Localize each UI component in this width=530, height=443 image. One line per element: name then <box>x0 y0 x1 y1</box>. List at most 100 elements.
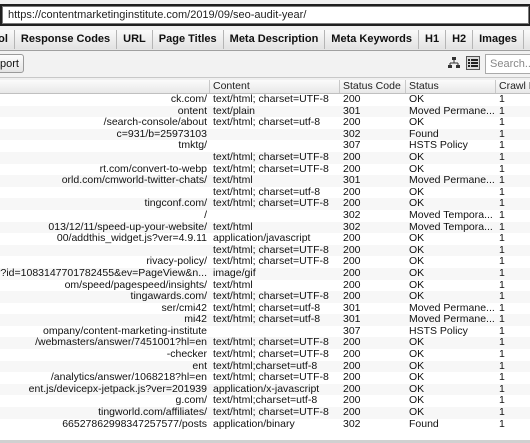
cell-address: rt.com/convert-to-webp <box>0 164 207 176</box>
search-input[interactable]: Search... <box>485 54 530 74</box>
cell-content: text/html; charset=UTF-8 <box>213 151 329 163</box>
cell-status: HSTS Policy <box>409 140 468 152</box>
cell-content: text/html; charset=utf-8 <box>213 117 321 129</box>
cell-status-code: 302 <box>343 221 361 233</box>
table-row[interactable]: /search-console/about text/html; charset=… <box>0 117 530 129</box>
tree-view-icon[interactable] <box>447 56 461 70</box>
cell-status-code: 200 <box>343 186 361 198</box>
cell-status-code: 200 <box>343 267 361 279</box>
cell-address-text: tingconf.com/ <box>144 198 207 210</box>
cell-content: text/html <box>213 279 253 291</box>
cell-address-text: mi42 <box>184 314 207 326</box>
cell-crawl-depth: 1 <box>499 407 505 419</box>
table-row[interactable]: ent text/html;charset=utf-8 200 OK 1 <box>0 360 530 373</box>
cell-address-text: 013/12/11/speed-up-your-website/ <box>48 221 207 233</box>
cell-content: text/html;charset=utf-8 <box>213 395 318 407</box>
cell-address: ser/cmi42 <box>0 303 207 315</box>
table-row[interactable]: rt.com/convert-to-webp text/html; charset… <box>0 164 530 176</box>
cell-address: rivacy-policy/ <box>0 256 207 268</box>
table-row[interactable]: /webmasters/answer/7451001?hl=en text/htm… <box>0 337 530 350</box>
cell-status-code: 200 <box>343 117 361 129</box>
cell-crawl-depth: 1 <box>499 291 505 303</box>
table-row[interactable]: mi42 text/html; charset=utf-8 301 Moved Per… <box>0 314 530 326</box>
cell-content <box>213 140 338 152</box>
table-row[interactable]: om/speed/pagespeed/insights/text/html 200… <box>0 280 530 292</box>
cell-status-code: 200 <box>343 151 361 163</box>
export-button[interactable]: port <box>0 54 24 73</box>
cell-status-code: 200 <box>343 372 361 384</box>
table-row[interactable]: tingconf.com/text/html; charset=UTF-8 200… <box>0 198 530 210</box>
url-field[interactable]: https://contentmarketinginstitute.com/20… <box>2 6 529 24</box>
cell-address-text: om/speed/pagespeed/insights/ <box>64 279 207 291</box>
table-row[interactable]: 00/addthis_widget.js?ver=4.9.11 applicati… <box>0 233 530 245</box>
cell-address: /analytics/answer/1068218?hl=en <box>0 372 207 384</box>
cell-status-code: 200 <box>343 244 361 256</box>
cell-status-code: 200 <box>343 383 361 395</box>
tab-h1[interactable]: H1 <box>419 30 447 49</box>
tab-meta-description[interactable]: Meta Description <box>223 30 326 49</box>
cell-content: text/html; charset=UTF-8 <box>213 372 329 384</box>
table-row[interactable]: text/html; charset=UTF-8 200 OK 1 <box>0 244 530 257</box>
table-row[interactable]: tmktg/307 HSTS Policy 1 <box>0 140 530 152</box>
table-row[interactable]: rivacy-policy/text/html; charset=UTF-8 20… <box>0 256 530 268</box>
cell-address-text: ck.com/ <box>170 94 207 105</box>
tab-images[interactable]: Images <box>473 30 525 49</box>
cell-status: Found <box>409 418 439 430</box>
table-row[interactable]: 013/12/11/speed-up-your-website/text/htm… <box>0 221 530 234</box>
cell-address-text: rivacy-policy/ <box>146 256 207 268</box>
tab-page-titles[interactable]: Page Titles <box>152 30 224 49</box>
cell-address: ent.js/devicepx-jetpack.js?ver=201939 <box>0 384 207 396</box>
column-header-status-code[interactable]: Status Code <box>340 80 406 93</box>
cell-crawl-depth: 1 <box>499 337 505 349</box>
table-row[interactable]: tingawards.com/text/html; charset=UTF-8 2… <box>0 291 530 303</box>
table-row[interactable]: ser/cmi42 text/html; charset=utf-8 301 Move… <box>0 303 530 315</box>
cell-crawl-depth: 1 <box>499 140 505 152</box>
table-row[interactable]: text/html; charset=UTF-8 200 OK 1 <box>0 151 530 164</box>
cell-status: OK <box>409 337 425 349</box>
cell-status: Moved Tempora... <box>409 209 493 221</box>
cell-status: OK <box>409 291 425 303</box>
table-row[interactable]: ompany/content-marketing-institute 307 HST… <box>0 326 530 338</box>
table-row[interactable]: c=931/b=25973103 302 Found 1 <box>0 128 530 141</box>
tab-col[interactable]: col <box>0 30 15 49</box>
cell-address: mi42 <box>0 314 207 326</box>
table-body: ck.com/text/html; charset=UTF-8 200 OK 1 ont… <box>0 94 530 430</box>
column-header-crawl-depth[interactable]: Crawl D <box>496 80 530 93</box>
column-header-status[interactable]: Status <box>406 80 496 93</box>
table-row[interactable]: 66527862998347257577/posts application/bi… <box>0 419 530 431</box>
cell-address: orld.com/cmworld-twitter-chats/ <box>0 175 207 187</box>
cell-address: /webmasters/answer/7451001?hl=en <box>0 337 207 349</box>
list-view-icon[interactable] <box>466 56 480 70</box>
cell-crawl-depth: 1 <box>499 209 505 221</box>
cell-status: Moved Permane... <box>409 175 494 187</box>
tab-h2[interactable]: H2 <box>446 30 474 49</box>
table-row[interactable]: ontent text/plain 301 Moved Permane... 1 <box>0 105 530 118</box>
cell-address-text: /search-console/about <box>103 117 207 129</box>
tab-response-codes[interactable]: Response Codes <box>14 30 118 49</box>
table-row[interactable]: / 302 Moved Tempora... 1 <box>0 210 530 222</box>
results-table: Content Status Code Status Crawl D ck.co… <box>0 80 530 443</box>
table-row[interactable]: ent.js/devicepx-jetpack.js?ver=201939 app… <box>0 383 530 396</box>
cell-crawl-depth: 1 <box>499 128 505 140</box>
table-row[interactable]: g.com/text/html;charset=utf-8 200 OK 1 <box>0 395 530 407</box>
table-row[interactable]: text/html; charset=utf-8 200 OK 1 <box>0 187 530 199</box>
column-header-content[interactable]: Content <box>210 80 340 93</box>
tab-url[interactable]: URL <box>117 30 153 49</box>
tab-meta-keywords[interactable]: Meta Keywords <box>325 30 419 49</box>
cell-status: OK <box>409 349 425 361</box>
cell-content: text/html; charset=UTF-8 <box>213 244 329 256</box>
cell-address: tingconf.com/ <box>0 198 207 210</box>
column-header-address[interactable] <box>0 80 210 93</box>
table-row[interactable]: orld.com/cmworld-twitter-chats/text/html… <box>0 175 530 187</box>
table-row[interactable]: /analytics/answer/1068218?hl=en text/html… <box>0 372 530 384</box>
tab-canonicals[interactable]: Canonicals <box>524 30 530 49</box>
table-row[interactable]: /tr?id=1083147701782455&ev=PageView&n...… <box>0 267 530 280</box>
cell-status-code: 302 <box>343 418 361 430</box>
cell-crawl-depth: 1 <box>499 105 505 117</box>
table-row[interactable]: -checker text/html; charset=UTF-8 200 OK 1 <box>0 349 530 361</box>
cell-status-code: 302 <box>343 128 361 140</box>
cell-address-text: ser/cmi42 <box>161 302 207 314</box>
table-row[interactable]: ck.com/text/html; charset=UTF-8 200 OK 1 <box>0 94 530 106</box>
table-row[interactable]: tingworld.com/affiliates/text/html; char… <box>0 407 530 419</box>
cell-crawl-depth: 1 <box>499 117 505 129</box>
